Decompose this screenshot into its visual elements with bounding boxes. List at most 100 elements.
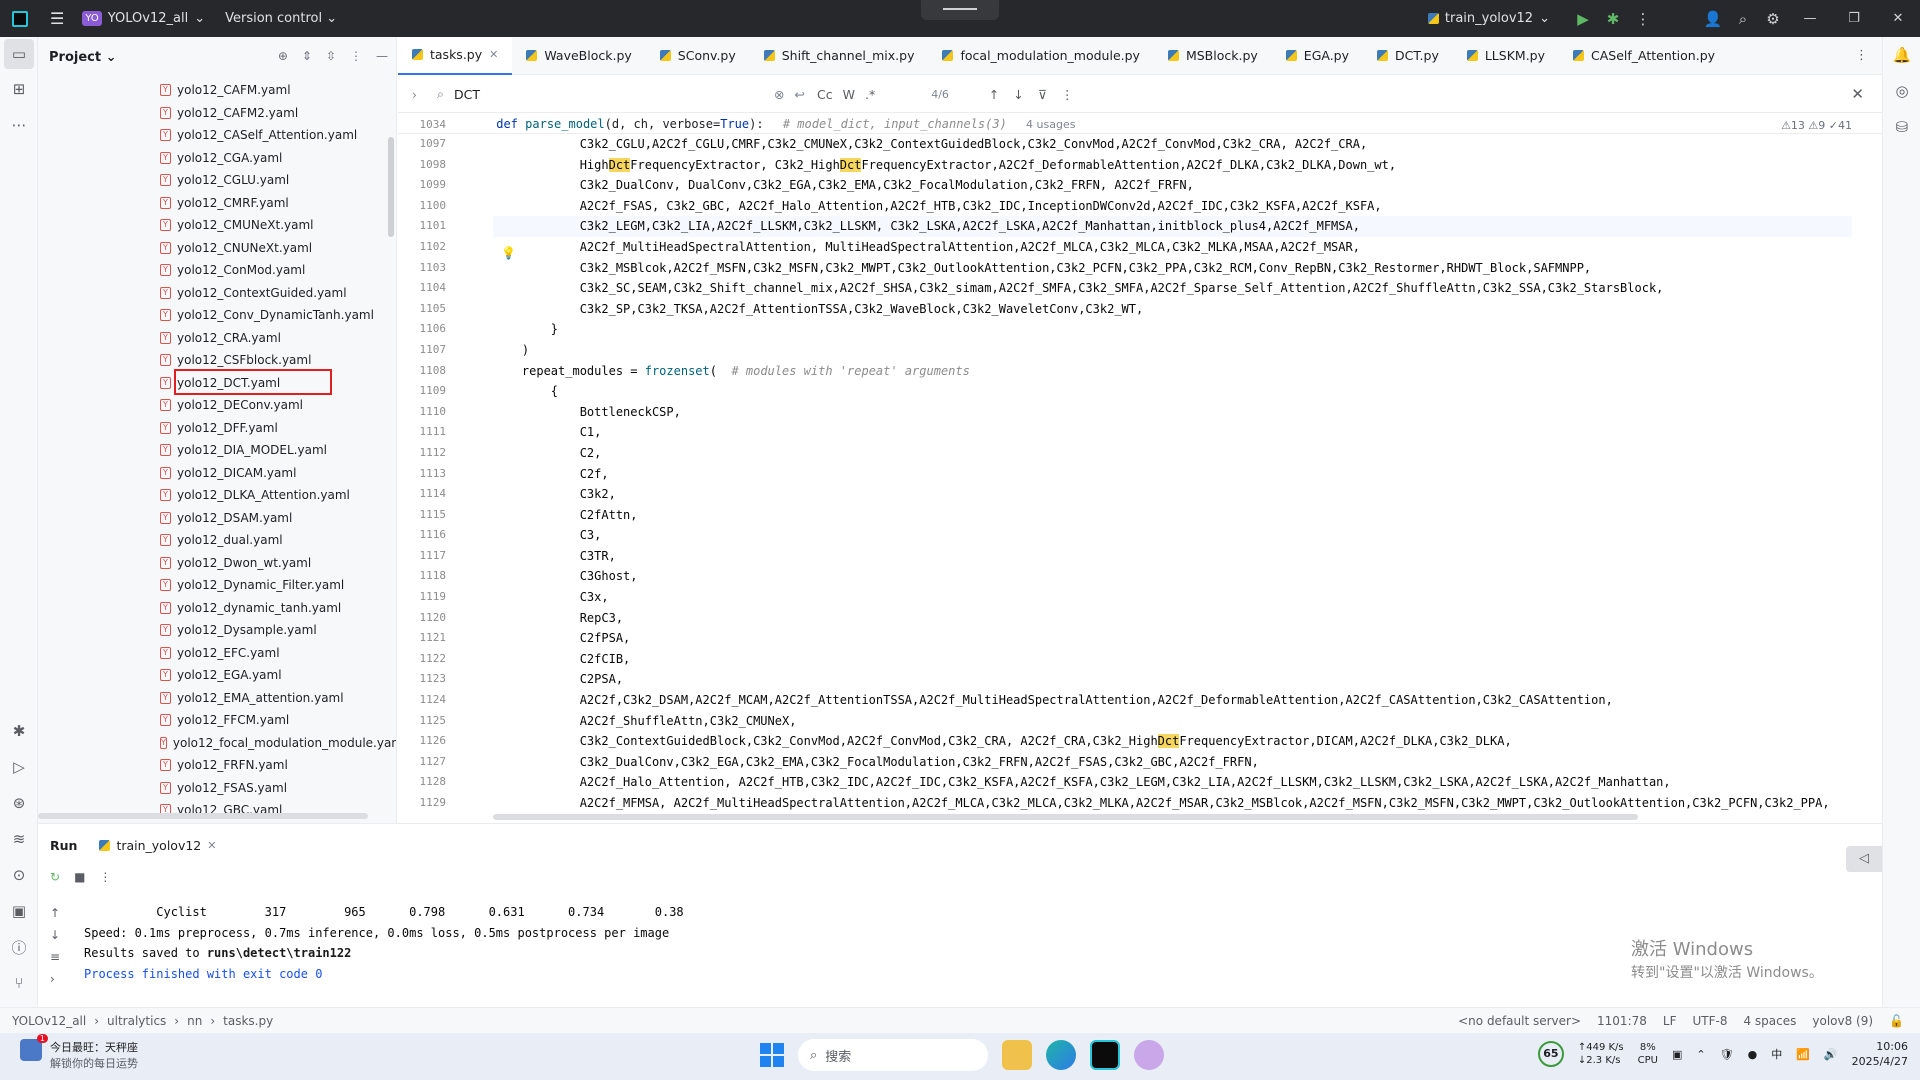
file-tree-item[interactable]: Yyolo12_EMA_attention.yaml: [38, 687, 396, 710]
search-icon[interactable]: ⌕: [1728, 10, 1758, 28]
avatar-app-icon[interactable]: [1134, 1040, 1164, 1070]
python-console-icon[interactable]: ⊛: [0, 785, 38, 821]
server-status[interactable]: <no default server>: [1458, 1014, 1581, 1028]
file-tree-item[interactable]: Yyolo12_DSAM.yaml: [38, 507, 396, 530]
hide-icon[interactable]: —: [376, 49, 388, 63]
debug-tool-icon[interactable]: ✱: [0, 713, 38, 749]
database-icon[interactable]: ⛁: [1883, 109, 1920, 145]
file-tree-item[interactable]: Yyolo12_FFCM.yaml: [38, 709, 396, 732]
file-tree-item[interactable]: Yyolo12_CAFM2.yaml: [38, 102, 396, 125]
breadcrumb-package[interactable]: ultralytics: [107, 1014, 166, 1028]
file-tree-item[interactable]: Yyolo12_CAFM.yaml: [38, 79, 396, 102]
project-horizontal-scrollbar[interactable]: [38, 813, 368, 819]
file-tree-item[interactable]: Yyolo12_DEConv.yaml: [38, 394, 396, 417]
start-button[interactable]: [760, 1043, 784, 1067]
scroll-down-icon[interactable]: ↓: [50, 928, 60, 942]
match-case-toggle[interactable]: Cc: [817, 87, 833, 102]
main-menu-icon[interactable]: ☰: [50, 9, 64, 28]
project-vertical-scrollbar[interactable]: [388, 137, 394, 237]
tray-app-icon[interactable]: ●: [1748, 1048, 1758, 1061]
scroll-up-icon[interactable]: ↑: [50, 906, 60, 920]
usages-hint[interactable]: 4 usages: [1026, 118, 1075, 131]
terminal-icon[interactable]: ▣: [0, 893, 38, 929]
git-icon[interactable]: ⑂: [0, 965, 38, 1001]
locate-icon[interactable]: ⊕: [278, 49, 288, 63]
soft-wrap-icon[interactable]: ≡: [50, 950, 60, 964]
taskbar-search[interactable]: ⌕ 搜索: [798, 1039, 988, 1071]
run-icon[interactable]: ▶: [1568, 10, 1598, 28]
editor-tab[interactable]: CASelf_Attention.py: [1559, 37, 1729, 75]
editor-tab[interactable]: LLSKM.py: [1453, 37, 1559, 75]
file-tree-item[interactable]: Yyolo12_dual.yaml: [38, 529, 396, 552]
previous-match-icon[interactable]: ↑: [989, 87, 999, 102]
cursor-position[interactable]: 1101:78: [1597, 1014, 1647, 1028]
file-tree-item[interactable]: Yyolo12_focal_modulation_module.yaml: [38, 732, 396, 755]
debug-icon[interactable]: ✱: [1598, 10, 1628, 28]
file-tree-item[interactable]: Yyolo12_CMUNeXt.yaml: [38, 214, 396, 237]
expand-icon[interactable]: ›: [50, 972, 60, 986]
layers-icon[interactable]: ≋: [0, 821, 38, 857]
volume-icon[interactable]: 🔊: [1824, 1048, 1838, 1061]
cpu-temp-badge[interactable]: 65: [1537, 1041, 1564, 1067]
editor-tab[interactable]: WaveBlock.py: [512, 37, 645, 75]
expand-replace-icon[interactable]: ›: [412, 87, 417, 102]
file-tree-item[interactable]: Yyolo12_FRFN.yaml: [38, 754, 396, 777]
run-tool-icon[interactable]: ▷: [0, 749, 38, 785]
file-tree-item[interactable]: Yyolo12_EFC.yaml: [38, 642, 396, 665]
regex-toggle[interactable]: .*: [865, 87, 875, 102]
rerun-icon[interactable]: ↻: [50, 870, 60, 884]
editor-tab[interactable]: DCT.py: [1363, 37, 1453, 75]
editor-tab[interactable]: SConv.py: [646, 37, 750, 75]
file-tree-item[interactable]: Yyolo12_CASelf_Attention.yaml: [38, 124, 396, 147]
ai-assistant-icon[interactable]: ◎: [1883, 73, 1920, 109]
expand-all-icon[interactable]: ⇕: [302, 49, 312, 63]
code-editor[interactable]: 1097 1098 1099 1100 1101 1102 1103 1104 1105 1106…: [398, 114, 1882, 820]
more-tools-icon[interactable]: ⋯: [0, 107, 38, 143]
file-tree-item[interactable]: Yyolo12_Conv_DynamicTanh.yaml: [38, 304, 396, 327]
collapse-all-icon[interactable]: ⇳: [326, 49, 336, 63]
file-tree-item[interactable]: Yyolo12_DLKA_Attention.yaml: [38, 484, 396, 507]
run-tab[interactable]: train_yolov12 ✕: [99, 838, 216, 853]
file-tree-item[interactable]: Yyolo12_DFF.yaml: [38, 417, 396, 440]
run-panel-title[interactable]: Run: [50, 838, 77, 853]
tray-app-icon[interactable]: ▣: [1672, 1048, 1682, 1061]
close-button[interactable]: ✕: [1876, 11, 1920, 26]
breadcrumb-file[interactable]: tasks.py: [223, 1014, 273, 1028]
whole-word-toggle[interactable]: W: [843, 87, 855, 102]
file-tree-item[interactable]: Yyolo12_FSAS.yaml: [38, 777, 396, 800]
minimize-button[interactable]: —: [1788, 11, 1832, 26]
file-tree-item[interactable]: Yyolo12_Dynamic_Filter.yaml: [38, 574, 396, 597]
settings-icon[interactable]: ⚙: [1758, 10, 1788, 28]
version-control-menu[interactable]: Version control ⌄: [225, 11, 337, 26]
results-path-link[interactable]: runs\detect\train122: [207, 946, 352, 960]
interpreter-selector[interactable]: yolov8 (9): [1812, 1014, 1873, 1028]
pycharm-taskbar-icon[interactable]: [1090, 1040, 1120, 1070]
file-tree-item[interactable]: Yyolo12_CRA.yaml: [38, 327, 396, 350]
close-tab-icon[interactable]: ✕: [207, 839, 216, 852]
notifications-icon[interactable]: 🔔: [1883, 37, 1920, 73]
editor-tab[interactable]: focal_modulation_module.py: [928, 37, 1153, 75]
breadcrumb-folder[interactable]: nn: [187, 1014, 202, 1028]
more-icon[interactable]: ⋮: [1628, 10, 1658, 28]
editor-horizontal-scrollbar[interactable]: [493, 814, 1638, 820]
editor-tab[interactable]: EGA.py: [1272, 37, 1363, 75]
services-icon[interactable]: ⊙: [0, 857, 38, 893]
line-ending[interactable]: LF: [1663, 1014, 1677, 1028]
news-widget[interactable]: 1 今日最旺：天秤座 解锁你的每日运势: [20, 1034, 138, 1071]
editor-tab[interactable]: tasks.py ✕: [398, 36, 513, 75]
chevron-up-icon[interactable]: ⌃: [1696, 1048, 1705, 1061]
clear-search-icon[interactable]: ⊗: [774, 87, 784, 102]
project-panel-title[interactable]: Project: [49, 50, 101, 65]
filter-icon[interactable]: ⊽: [1038, 87, 1047, 102]
file-tree-item[interactable]: Yyolo12_CGLU.yaml: [38, 169, 396, 192]
indent-setting[interactable]: 4 spaces: [1743, 1014, 1796, 1028]
close-tab-icon[interactable]: ✕: [489, 48, 498, 61]
problems-icon[interactable]: ⓘ: [0, 929, 38, 965]
ime-indicator[interactable]: 中: [1771, 1046, 1782, 1062]
structure-tool-icon[interactable]: ⊞: [0, 71, 38, 107]
project-tool-icon[interactable]: ▭: [4, 39, 34, 69]
editor-tab[interactable]: MSBlock.py: [1154, 37, 1272, 75]
clock[interactable]: 10:06 2025/4/27: [1852, 1039, 1908, 1069]
file-tree-item[interactable]: Yyolo12_CNUNeXt.yaml: [38, 237, 396, 260]
project-switcher[interactable]: YO YOLOv12_all ⌄: [82, 11, 205, 26]
